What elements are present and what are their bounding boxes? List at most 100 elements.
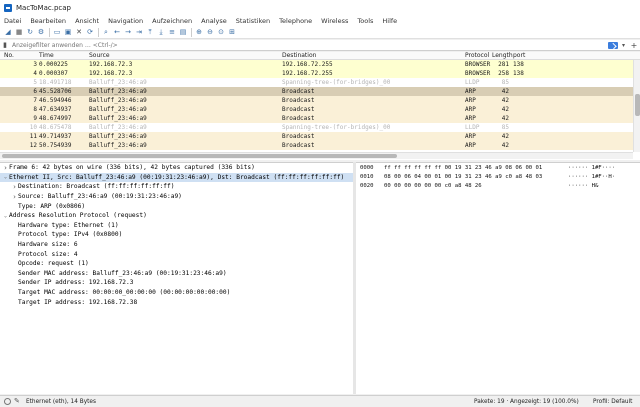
status-bar: ✎ Ethernet (eth), 14 Bytes Pakete: 19 · … [0, 395, 640, 407]
packet-cell-protocol: ARP [465, 115, 476, 122]
packet-row[interactable]: 4 0.000307 192.168.72.3 192.168.72.255 BROWS… [0, 69, 640, 78]
apply-filter-arrow-icon[interactable] [608, 41, 618, 49]
menu-item-0[interactable]: Datei [4, 17, 21, 25]
menu-item-10[interactable]: Hilfe [382, 17, 397, 25]
column-protocol[interactable]: Protocol [464, 52, 492, 59]
packet-cell-source: Balluff_23:46:a9 [89, 115, 147, 122]
menu-item-4[interactable]: Aufzeichnen [152, 17, 192, 25]
packet-row[interactable]: 7 46.594946 Balluff_23:46:a9 Broadcast ARP 42 [0, 96, 640, 105]
packet-row[interactable]: 5 18.491718 Balluff_23:46:a9 Spanning-tree-… [0, 78, 640, 87]
column-destination[interactable]: Destination [281, 52, 464, 59]
hex-ascii: ······ 1#F···· [568, 164, 616, 171]
filter-dropdown-icon[interactable]: ▾ [620, 41, 627, 50]
packet-row[interactable]: 10 48.675478 Balluff_23:46:a9 Spanning-tree… [0, 123, 640, 132]
arrow-left-icon[interactable]: ← [113, 28, 121, 36]
title-bar: MacToMac.pcap [0, 0, 640, 15]
menu-item-2[interactable]: Ansicht [75, 17, 99, 25]
zoom-out-icon[interactable]: ⊖ [206, 28, 214, 36]
first-packet-icon[interactable]: ⤒ [146, 28, 154, 36]
menu-item-9[interactable]: Tools [357, 17, 373, 25]
autoscroll-icon[interactable]: ≡ [168, 28, 176, 36]
menu-item-8[interactable]: Wireless [321, 17, 348, 25]
expand-arrow-closed-icon[interactable]: › [2, 164, 9, 172]
status-field-info: Ethernet (eth), 14 Bytes [26, 398, 97, 405]
packet-row[interactable]: 8 47.634937 Balluff_23:46:a9 Broadcast ARP 42 [0, 105, 640, 114]
close-file-icon[interactable]: ✕ [75, 28, 83, 36]
detail-tree-item[interactable]: ⌄ Address Resolution Protocol (request) [0, 211, 353, 221]
expand-arrow-open-icon[interactable]: ⌄ [2, 213, 9, 219]
column-no[interactable]: No. [0, 52, 38, 59]
packet-list-horizontal-scrollbar[interactable] [0, 152, 633, 159]
edit-comment-icon[interactable]: ✎ [14, 398, 22, 405]
detail-tree-item[interactable]: Protocol size: 4 [0, 249, 353, 259]
packet-cell-length: 42 [501, 88, 509, 95]
arrow-right-icon[interactable]: → [124, 28, 132, 36]
column-source[interactable]: Source [88, 52, 281, 59]
last-packet-icon[interactable]: ⤓ [157, 28, 165, 36]
detail-tree-item[interactable]: Target MAC address: 00:00:00_00:00:00 (0… [0, 288, 353, 298]
detail-tree-item[interactable]: › Destination: Broadcast (ff:ff:ff:ff:ff:… [0, 182, 353, 192]
resize-columns-icon[interactable]: ⊞ [228, 28, 236, 36]
packet-cell-length: 85 [501, 124, 509, 131]
packet-row[interactable]: 11 49.714937 Balluff_23:46:a9 Broadcast ARP 4… [0, 132, 640, 141]
expand-arrow-closed-icon[interactable]: › [11, 183, 18, 191]
search-icon[interactable]: ⌕ [102, 28, 110, 36]
stop-square-icon[interactable]: ■ [15, 28, 23, 36]
column-port[interactable]: port [511, 52, 551, 59]
zoom-reset-icon[interactable]: ⊙ [217, 28, 225, 36]
hex-dump-row[interactable]: 0010 08 00 06 04 00 01 00 19 31 23 46 a9 … [356, 172, 640, 181]
detail-tree-item[interactable]: › Source: Balluff_23:46:a9 (00:19:31:23:4… [0, 192, 353, 202]
add-filter-button-icon[interactable]: + [630, 41, 638, 50]
expand-arrow-closed-icon[interactable]: › [11, 193, 18, 201]
hex-dump-row[interactable]: 0020 00 00 00 00 00 00 c0 a8 48 26 ······ … [356, 181, 640, 190]
open-folder-icon[interactable]: ▭ [53, 28, 61, 36]
detail-tree-text: Sender MAC address: Balluff_23:46:a9 (00… [18, 269, 227, 277]
detail-tree-item[interactable]: ⌄ Ethernet II, Src: Balluff_23:46:a9 (00:… [0, 172, 353, 183]
menu-item-3[interactable]: Navigation [108, 17, 143, 25]
menu-item-5[interactable]: Analyse [201, 17, 227, 25]
detail-tree-item[interactable]: Hardware size: 6 [0, 240, 353, 250]
detail-tree-item[interactable]: › Frame 6: 42 bytes on wire (336 bits), 4… [0, 163, 353, 173]
packet-list-vertical-scrollbar[interactable] [633, 60, 640, 152]
status-profile[interactable]: Profil: Default [593, 399, 632, 405]
packet-row[interactable]: 6 45.528706 Balluff_23:46:a9 Broadcast ARP 42 [0, 87, 640, 96]
menu-item-1[interactable]: Bearbeiten [30, 17, 66, 25]
gear-icon[interactable]: ⚙ [37, 28, 45, 36]
filter-bookmark-icon[interactable]: ▮ [0, 40, 10, 51]
zoom-in-icon[interactable]: ⊕ [195, 28, 203, 36]
vertical-scroll-thumb[interactable] [635, 94, 640, 116]
detail-tree-item[interactable]: Opcode: request (1) [0, 259, 353, 269]
menu-item-6[interactable]: Statistiken [236, 17, 270, 25]
shark-fin-start-icon[interactable]: ◢ [4, 28, 12, 36]
save-file-icon[interactable]: ▣ [64, 28, 72, 36]
column-time[interactable]: Time [38, 52, 88, 59]
packet-row[interactable]: 12 50.754939 Balluff_23:46:a9 Broadcast ARP 4… [0, 141, 640, 150]
detail-tree-item[interactable]: Protocol type: IPv4 (0x0800) [0, 230, 353, 240]
detail-tree-item[interactable]: Type: ARP (0x0806) [0, 201, 353, 211]
restart-icon[interactable]: ↻ [26, 28, 34, 36]
expand-arrow-open-icon[interactable]: ⌄ [2, 174, 9, 180]
window-title: MacToMac.pcap [16, 3, 71, 12]
expert-info-icon[interactable] [4, 398, 11, 405]
detail-tree-item[interactable]: Sender IP address: 192.168.72.3 [0, 278, 353, 288]
go-to-packet-icon[interactable]: ⇥ [135, 28, 143, 36]
packet-cell-protocol: LLDP [465, 79, 480, 86]
detail-tree-item[interactable]: Sender MAC address: Balluff_23:46:a9 (00… [0, 269, 353, 279]
packet-row[interactable]: 3 0.000225 192.168.72.3 192.168.72.255 BROWS… [0, 60, 640, 69]
display-filter-input[interactable] [10, 40, 608, 50]
horizontal-scroll-thumb[interactable] [2, 154, 397, 158]
packet-cell-time: 45.528706 [39, 88, 72, 95]
packet-row[interactable]: 9 48.674997 Balluff_23:46:a9 Broadcast ARP 42 [0, 114, 640, 123]
packet-cell-length: 42 [501, 106, 509, 113]
column-length[interactable]: Length [492, 52, 513, 59]
hex-dump-row[interactable]: 0000 ff ff ff ff ff ff 00 19 31 23 46 a9 … [356, 163, 640, 172]
hex-hex: 00 00 00 00 00 00 c0 a8 48 26 [384, 182, 482, 189]
detail-tree-item[interactable]: Hardware type: Ethernet (1) [0, 221, 353, 231]
detail-tree-item[interactable]: Target IP address: 192.168.72.38 [0, 297, 353, 307]
menu-item-7[interactable]: Telephone [279, 17, 312, 25]
packet-cell-time: 48.675478 [39, 124, 72, 131]
colorize-icon[interactable]: ▤ [179, 28, 187, 36]
packet-bytes-pane: 0000 ff ff ff ff ff ff 00 19 31 23 46 a9 … [356, 162, 640, 394]
reload-icon[interactable]: ⟳ [86, 28, 94, 36]
detail-tree-text: Target IP address: 192.168.72.38 [18, 298, 138, 306]
